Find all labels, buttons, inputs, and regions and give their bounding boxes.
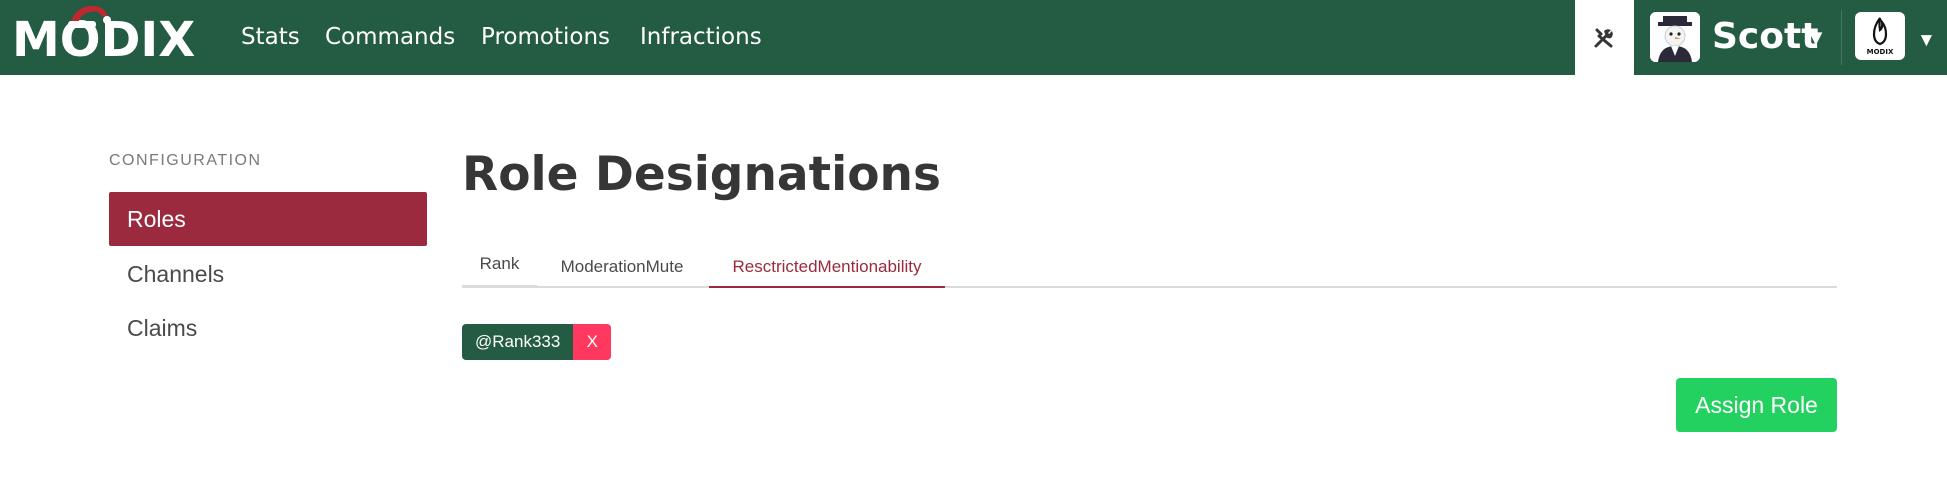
role-tag-name: @Rank333 bbox=[462, 324, 574, 360]
role-tag-delete-button[interactable]: X bbox=[573, 324, 612, 360]
nav-promotions[interactable]: Promotions bbox=[481, 0, 610, 75]
tab-restricted-mentionability[interactable]: ResctrictedMentionability bbox=[709, 249, 945, 288]
configuration-section-label: CONFIGURATION bbox=[109, 152, 262, 169]
user-name[interactable]: Scott bbox=[1712, 14, 1818, 60]
role-tag: @Rank333 X bbox=[462, 324, 612, 360]
user-menu-chevron-down-icon[interactable]: ▼ bbox=[1805, 27, 1827, 49]
top-navbar: MODIX Stats Commands Promotions Infracti… bbox=[0, 0, 1947, 75]
nav-infractions[interactable]: Infractions bbox=[640, 0, 762, 75]
modix-server-icon: MODIX bbox=[1867, 17, 1894, 56]
user-avatar[interactable] bbox=[1650, 12, 1700, 62]
modix-logo[interactable]: MODIX bbox=[12, 5, 204, 70]
sidebar-item-channels[interactable]: Channels bbox=[109, 247, 427, 301]
snowman-avatar-icon bbox=[1650, 12, 1700, 62]
nav-stats[interactable]: Stats bbox=[241, 0, 300, 75]
admin-tools-tab[interactable] bbox=[1575, 0, 1634, 75]
tools-icon bbox=[1594, 28, 1613, 48]
navbar-divider bbox=[1841, 10, 1842, 65]
assign-role-button[interactable]: Assign Role bbox=[1676, 378, 1837, 432]
page-title: Role Designations bbox=[462, 147, 941, 202]
nav-commands[interactable]: Commands bbox=[325, 0, 455, 75]
sidebar-item-claims[interactable]: Claims bbox=[109, 301, 427, 355]
server-avatar[interactable]: MODIX bbox=[1855, 12, 1905, 60]
sidebar-item-roles[interactable]: Roles bbox=[109, 192, 427, 246]
tab-rank[interactable]: Rank bbox=[462, 246, 537, 288]
tab-moderation-mute[interactable]: ModerationMute bbox=[541, 249, 703, 291]
server-logo-text: MODIX bbox=[1867, 48, 1894, 56]
santa-hat-icon bbox=[68, 5, 111, 28]
server-menu-chevron-down-icon[interactable]: ▼ bbox=[1917, 30, 1936, 52]
